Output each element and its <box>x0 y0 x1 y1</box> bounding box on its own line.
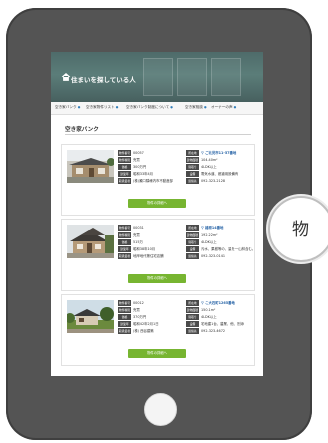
title-divider <box>65 134 251 135</box>
field-label: 物件種別 <box>118 232 131 238</box>
field-value: 150.1m² <box>201 308 216 312</box>
field-value: 192.22m² <box>201 233 218 237</box>
field-value: 電気水道、都道用設備有 <box>201 172 239 176</box>
field-value: 宅地建1台、農業、他、別添 <box>201 322 244 326</box>
field-label: 物件種別 <box>118 157 131 163</box>
field-value: 00031 <box>133 226 144 230</box>
hero-title: 住まいを探している人 <box>71 76 136 84</box>
field-label: 物件種別 <box>118 307 131 313</box>
field-value: 00012 <box>133 301 144 305</box>
address-link[interactable]: ⚲ 椿原14番地 <box>201 225 223 231</box>
hero-window-pane <box>177 58 207 96</box>
field-label: 所在地 <box>186 300 199 306</box>
field-label: 間取り <box>186 314 199 320</box>
listing-card: 物件番号 00012 物件種別 売買 価格 370万円 建築年 昭和42年2月1日 取扱… <box>61 294 255 366</box>
field-label: 価格 <box>118 314 131 320</box>
field-value: 売買 <box>133 308 140 312</box>
field-value: 00057 <box>133 151 144 155</box>
field-label: 所在地 <box>186 150 199 156</box>
field-label: 設備 <box>186 171 199 177</box>
field-value: 300万円 <box>133 165 147 169</box>
field-label: 価格 <box>118 164 131 170</box>
nav-item-listing[interactable]: 空き家物件リスト <box>86 105 118 110</box>
field-value: (株)瀬口隣様内市不動産部 <box>133 179 173 183</box>
nav-item-about[interactable]: 空き家バンク制度について <box>126 105 173 110</box>
map-pin-icon: ⚲ <box>201 150 204 155</box>
field-value: 370万円 <box>133 315 147 319</box>
hero-window-pane <box>211 58 241 96</box>
field-value: こ大石町1265番地 <box>205 301 235 305</box>
field-value: ご北見市11-57番地 <box>205 151 237 155</box>
field-label: 所在地 <box>186 225 199 231</box>
field-label: 建物面積 <box>186 232 199 238</box>
listing-card: 物件番号 00031 物件種別 売買 価格 515万 建築年 昭和38年10月 取扱業者… <box>61 219 255 291</box>
field-value: 4LDK以上 <box>201 240 217 244</box>
field-label: 間取り <box>186 239 199 245</box>
nav-item-akiya-bank[interactable]: 空き家バンク <box>55 105 80 110</box>
field-value: 昭和38年10月 <box>133 247 156 251</box>
side-callout-text: 物 <box>292 220 309 240</box>
field-label: 連絡先 <box>186 328 199 334</box>
field-label: 物件番号 <box>118 300 131 306</box>
field-label: 連絡先 <box>186 253 199 259</box>
field-value: 092-323-0141 <box>201 254 226 258</box>
field-value: 汚水、果樹等の、量を一山林含む。 <box>201 247 256 251</box>
field-label: 価格 <box>118 239 131 245</box>
field-value: 昭和33年4月 <box>133 172 154 176</box>
hero-window-pane <box>143 58 173 96</box>
side-callout-badge: 物 <box>268 196 328 262</box>
page-title: 空き家バンク <box>65 127 99 133</box>
field-label: 設備 <box>186 321 199 327</box>
field-label: 連絡先 <box>186 178 199 184</box>
view-details-button[interactable]: 物件の詳細へ <box>128 199 186 208</box>
listing-photo[interactable] <box>67 300 114 333</box>
map-pin-icon: ⚲ <box>201 300 204 305</box>
field-value: 515万 <box>133 240 143 244</box>
nav-item-owner-voice[interactable]: オーナーの声 <box>211 105 236 110</box>
field-value: 売買 <box>133 233 140 237</box>
address-link[interactable]: ⚲ ご北見市11-57番地 <box>201 150 236 156</box>
listing-card: 物件番号 00057 物件種別 売買 価格 300万円 建築年 昭和33年4月 取扱業者… <box>61 144 255 216</box>
nav-item-consult[interactable]: 空き家相談 <box>185 105 207 110</box>
field-label: 取扱業者 <box>118 328 131 334</box>
field-value: (株) 西谷建築 <box>133 329 154 333</box>
field-value: 地岸地代第住宅店舗 <box>133 254 164 258</box>
tablet-home-button[interactable] <box>144 393 177 426</box>
tablet-screen: 住まいを探している人 空き家バンク 空き家物件リスト 空き家バンク制度について … <box>51 52 263 376</box>
field-value: 昭和42年2月1日 <box>133 322 159 326</box>
field-label: 建築年 <box>118 246 131 252</box>
field-label: 設備 <box>186 246 199 252</box>
field-value: 4LDK以上 <box>201 165 217 169</box>
view-details-button[interactable]: 物件の詳細へ <box>128 274 186 283</box>
field-label: 物件番号 <box>118 150 131 156</box>
field-label: 建築年 <box>118 321 131 327</box>
field-label: 建物面積 <box>186 307 199 313</box>
view-details-button[interactable]: 物件の詳細へ <box>128 349 186 358</box>
house-icon <box>61 72 71 81</box>
listing-photo[interactable] <box>67 225 114 258</box>
field-label: 間取り <box>186 164 199 170</box>
field-label: 取扱業者 <box>118 253 131 259</box>
field-value: 104.40m² <box>201 158 218 162</box>
field-value: 売買 <box>133 158 140 162</box>
field-label: 取扱業者 <box>118 178 131 184</box>
map-pin-icon: ⚲ <box>201 225 204 230</box>
listing-photo[interactable] <box>67 150 114 183</box>
field-label: 建物面積 <box>186 157 199 163</box>
field-value: 092-323-4672 <box>201 329 226 333</box>
field-label: 建築年 <box>118 171 131 177</box>
hero-banner: 住まいを探している人 <box>51 52 263 102</box>
field-value: 4LDK以上 <box>201 315 217 319</box>
field-label: 物件番号 <box>118 225 131 231</box>
address-link[interactable]: ⚲ こ大石町1265番地 <box>201 300 235 306</box>
field-value: 092-323-2128 <box>201 179 226 183</box>
main-nav: 空き家バンク 空き家物件リスト 空き家バンク制度について 空き家相談 オーナーの… <box>51 102 263 115</box>
field-value: 椿原14番地 <box>205 226 224 230</box>
